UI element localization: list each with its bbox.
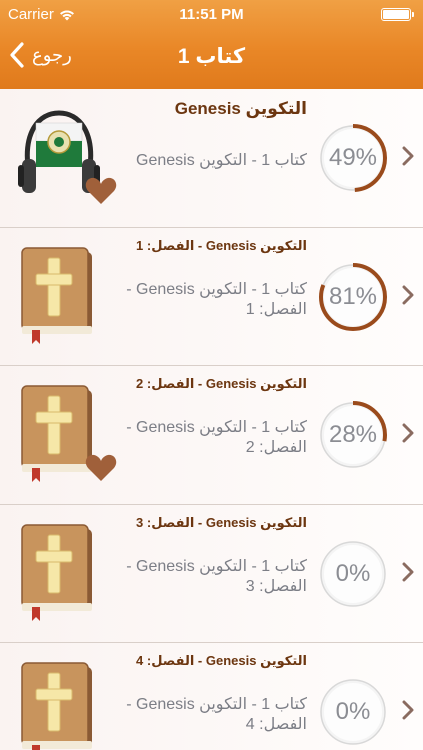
bible-book-icon [18,244,100,344]
list-item[interactable]: التكوين Genesis - الفصل: 2 كتاب 1 - التك… [0,366,423,505]
battery-icon [381,8,414,21]
progress-ring: 0% [318,539,388,609]
row-title: التكوين Genesis - الفصل: 1 [136,237,307,253]
chevron-right-icon [402,146,414,166]
row-subtitle: كتاب 1 - التكوين Genesis - الفصل: 2 [126,419,307,456]
favorite-heart-icon[interactable] [84,176,118,206]
progress-label: 81% [328,282,378,310]
row-title: التكوين Genesis [174,99,307,118]
navigation-bar: رجوع كتاب 1 [0,30,423,89]
bible-book-icon [18,521,100,621]
row-subtitle: كتاب 1 - التكوين Genesis [136,152,307,169]
page-title: كتاب 1 [177,45,246,68]
bible-book-icon [18,659,100,750]
progress-label: 0% [335,559,371,587]
chevron-right-icon [402,423,414,443]
row-subtitle: كتاب 1 - التكوين Genesis - الفصل: 1 [126,280,307,318]
chevron-right-icon [402,562,414,581]
status-time: 11:51 PM [179,6,244,23]
list-item[interactable]: التكوين Genesis - الفصل: 1 كتاب 1 - التك… [0,227,423,366]
list-item[interactable]: التكوين Genesis - الفصل: 3 كتاب 1 - التك… [0,504,423,643]
progress-label: 0% [335,698,371,725]
chapter-list: التكوين Genesis كتاب 1 - التكوين Genesis… [0,89,423,750]
progress-ring: 81% [318,262,388,332]
list-item[interactable]: التكوين Genesis كتاب 1 - التكوين Genesis… [0,89,423,228]
progress-label: 49% [328,144,378,171]
header: Carrier 11:51 PM رجوع كتاب 1 [0,0,423,89]
progress-label: 28% [328,421,378,448]
progress-ring: 0% [318,677,388,747]
status-bar: Carrier 11:51 PM [0,0,423,30]
list-item[interactable]: التكوين Genesis - الفصل: 4 كتاب 1 - التك… [0,643,423,750]
progress-ring: 49% [318,123,388,193]
row-subtitle: كتاب 1 - التكوين Genesis - الفصل: 3 [126,557,307,595]
chevron-right-icon [402,285,414,304]
row-subtitle: كتاب 1 - التكوين Genesis - الفصل: 4 [126,696,307,733]
row-title: التكوين Genesis - الفصل: 4 [136,653,307,668]
row-title: التكوين Genesis - الفصل: 2 [136,376,307,391]
row-title: التكوين Genesis - الفصل: 3 [136,514,307,530]
progress-ring: 28% [318,400,388,470]
chevron-right-icon [402,700,414,720]
